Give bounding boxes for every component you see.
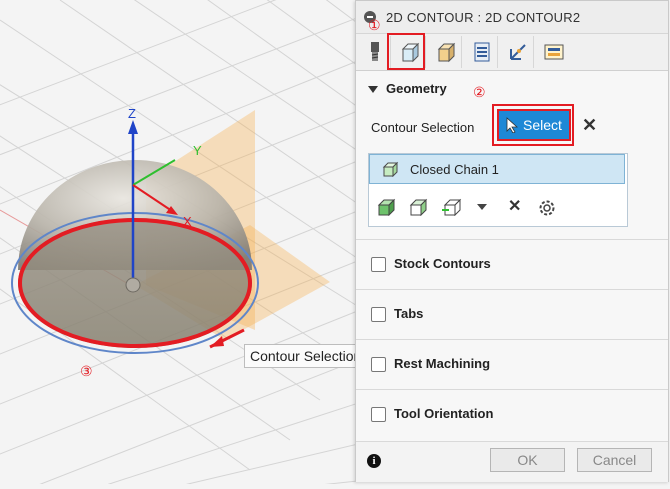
clear-selection-icon[interactable]: ✕ bbox=[582, 115, 597, 136]
gear-icon[interactable] bbox=[537, 198, 557, 218]
chain-toolbar: ✕ bbox=[369, 194, 625, 220]
tab-passes[interactable] bbox=[467, 36, 498, 68]
tool-icon bbox=[371, 42, 379, 61]
chain-icon bbox=[382, 161, 399, 177]
contour-selection-tooltip: Contour Selection bbox=[244, 344, 368, 368]
tabs-label: Tabs bbox=[394, 306, 424, 321]
contour-list: Closed Chain 1 ✕ bbox=[368, 153, 628, 227]
rest-machining-section[interactable]: Rest Machining bbox=[356, 339, 668, 390]
tab-heights[interactable] bbox=[431, 36, 462, 68]
geometry-tab-highlight bbox=[387, 33, 425, 70]
select-button-highlight bbox=[492, 104, 574, 146]
stock-contours-section[interactable]: Stock Contours bbox=[356, 239, 668, 290]
origin-point bbox=[125, 277, 141, 293]
ok-button[interactable]: OK bbox=[490, 448, 565, 472]
add-chain-icon[interactable] bbox=[377, 198, 397, 216]
y-label: Y bbox=[193, 143, 202, 158]
geometry-header[interactable]: Geometry bbox=[368, 81, 447, 96]
tab-simulate[interactable] bbox=[539, 36, 569, 68]
chain-edge-icon[interactable] bbox=[441, 198, 463, 216]
tab-linking[interactable] bbox=[503, 36, 534, 68]
rest-machining-checkbox[interactable] bbox=[371, 357, 386, 372]
z-label: Z bbox=[128, 106, 136, 121]
chain-face-icon[interactable] bbox=[409, 198, 429, 216]
heights-icon bbox=[437, 42, 456, 63]
geometry-header-label: Geometry bbox=[386, 81, 447, 96]
tabs-section[interactable]: Tabs bbox=[356, 289, 668, 340]
contour-dialog: 2D CONTOUR : 2D CONTOUR2 Geometry Contou… bbox=[355, 0, 669, 482]
simulate-icon bbox=[544, 44, 564, 60]
cancel-button[interactable]: Cancel bbox=[577, 448, 652, 472]
x-label: X bbox=[183, 214, 192, 229]
linking-icon bbox=[510, 44, 526, 60]
list-item[interactable]: Closed Chain 1 bbox=[369, 154, 625, 184]
step-marker-1: ① bbox=[368, 17, 381, 33]
stock-contours-label: Stock Contours bbox=[394, 256, 491, 271]
rest-machining-label: Rest Machining bbox=[394, 356, 491, 371]
step-marker-3: ③ bbox=[80, 363, 93, 379]
tool-orientation-label: Tool Orientation bbox=[394, 406, 494, 421]
stock-contours-checkbox[interactable] bbox=[371, 257, 386, 272]
dialog-title: 2D CONTOUR : 2D CONTOUR2 bbox=[386, 10, 581, 25]
remove-chain-icon[interactable]: ✕ bbox=[508, 196, 521, 216]
info-icon[interactable]: i bbox=[367, 454, 381, 468]
tool-orientation-section[interactable]: Tool Orientation bbox=[356, 389, 668, 440]
step-marker-2: ② bbox=[473, 84, 486, 100]
chain-item-label: Closed Chain 1 bbox=[410, 162, 499, 177]
contour-selection-label: Contour Selection bbox=[371, 120, 475, 135]
dialog-footer: i OK Cancel bbox=[356, 441, 668, 482]
tabs-checkbox[interactable] bbox=[371, 307, 386, 322]
dialog-titlebar[interactable]: 2D CONTOUR : 2D CONTOUR2 bbox=[356, 1, 668, 34]
passes-icon bbox=[474, 42, 490, 62]
expand-triangle-icon bbox=[368, 86, 378, 94]
tool-orientation-checkbox[interactable] bbox=[371, 407, 386, 422]
chevron-down-icon[interactable] bbox=[476, 203, 488, 211]
